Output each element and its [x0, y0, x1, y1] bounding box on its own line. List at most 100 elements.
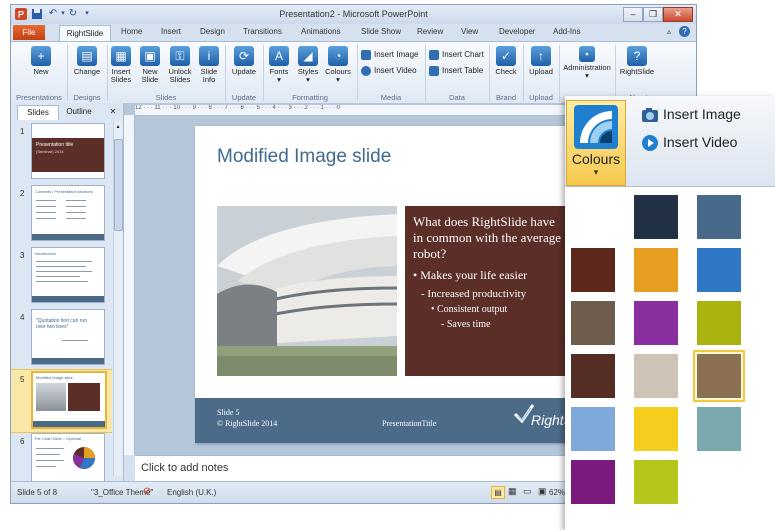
- tab-view[interactable]: View: [461, 27, 478, 36]
- slide-thumbnail-5[interactable]: Modified Image slide: [31, 371, 107, 429]
- colour-swatch[interactable]: [571, 354, 615, 398]
- colour-swatch[interactable]: [697, 195, 741, 239]
- colour-swatch[interactable]: [697, 460, 741, 504]
- building-photo: [217, 206, 397, 376]
- colour-swatch[interactable]: [571, 301, 615, 345]
- tab-insert[interactable]: Insert: [161, 27, 181, 36]
- slide-title[interactable]: Modified Image slide: [217, 146, 391, 168]
- tab-developer[interactable]: Developer: [499, 27, 535, 36]
- normal-view-icon[interactable]: ▤: [491, 486, 505, 499]
- ribbon-minimize-icon[interactable]: ▵: [667, 27, 671, 36]
- colour-swatch[interactable]: [697, 248, 741, 292]
- slide-thumbnail-3[interactable]: Introduction: [31, 247, 105, 303]
- tab-slides[interactable]: Slides: [17, 105, 59, 120]
- colour-swatch[interactable]: [571, 248, 615, 292]
- slideshow-icon[interactable]: ▣: [538, 486, 547, 497]
- tab-review[interactable]: Review: [417, 27, 443, 36]
- change-button[interactable]: ▤ Change: [69, 46, 105, 76]
- tab-transitions[interactable]: Transitions: [243, 27, 282, 36]
- colour-swatch[interactable]: [571, 407, 615, 451]
- text-box[interactable]: What does RightSlide have in common with…: [405, 206, 565, 376]
- notes-placeholder: Click to add notes: [141, 462, 229, 474]
- colours-label: Colours: [571, 151, 621, 167]
- thumb-text-block: [68, 383, 100, 411]
- thumbnail-title: Contents / Presentation sections: [35, 189, 93, 194]
- restore-button[interactable]: ❐: [643, 7, 663, 22]
- colour-swatch[interactable]: [697, 301, 741, 345]
- thumbnail-number: 1: [20, 127, 25, 136]
- colour-swatch[interactable]: [634, 195, 678, 239]
- popup-insert-image-button[interactable]: Insert Image: [641, 106, 741, 124]
- colour-swatch[interactable]: [571, 460, 615, 504]
- slide-thumbnail-4[interactable]: "Quotation text can run over two lines": [31, 309, 105, 365]
- language[interactable]: English (U.K.): [167, 488, 216, 497]
- upload-button[interactable]: ↑ Upload: [525, 46, 557, 76]
- scroll-up-icon[interactable]: ▴: [114, 123, 122, 131]
- colour-swatch[interactable]: [634, 354, 678, 398]
- fonts-button[interactable]: A Fonts ▾: [265, 46, 293, 84]
- popup-insert-video-button[interactable]: Insert Video: [641, 134, 737, 152]
- zoom-level[interactable]: 62%: [549, 488, 565, 497]
- tab-rightslide[interactable]: RightSlide: [59, 25, 111, 42]
- tab-animations[interactable]: Animations: [301, 27, 341, 36]
- rightslide-about-button[interactable]: ? RightSlide: [617, 46, 657, 76]
- group-label-update: Update: [231, 93, 257, 102]
- insert-image-small-button[interactable]: Insert Image: [361, 50, 418, 60]
- reading-view-icon[interactable]: ▭: [523, 486, 532, 497]
- colour-swatch[interactable]: [634, 301, 678, 345]
- close-panel-icon[interactable]: ✕: [107, 105, 119, 119]
- insert-chart-small-button[interactable]: Insert Chart: [429, 50, 484, 60]
- insert-video-small-button[interactable]: Insert Video: [361, 66, 417, 76]
- colours-ribbon-button[interactable]: ◔ Colours ▾: [322, 46, 354, 84]
- colour-swatch[interactable]: [634, 460, 678, 504]
- group-label-designs: Designs: [73, 93, 101, 102]
- slide-thumbnail-2[interactable]: Contents / Presentation sections: [31, 185, 105, 241]
- update-button[interactable]: ⟳ Update: [227, 46, 261, 76]
- vertical-ruler: [124, 115, 135, 455]
- tab-home[interactable]: Home: [121, 27, 142, 36]
- minimize-button[interactable]: –: [623, 7, 643, 22]
- slide-count: Slide 5 of 8: [17, 488, 58, 497]
- colours-icon: ◔: [328, 46, 348, 66]
- check-button[interactable]: ✓ Check: [491, 46, 521, 76]
- camera-icon: [642, 108, 658, 123]
- slide-sorter-icon[interactable]: ▦: [508, 486, 517, 497]
- group-label-formatting: Formatting: [292, 93, 328, 102]
- thumbnail-title: Introduction: [35, 251, 56, 256]
- tab-design[interactable]: Design: [200, 27, 225, 36]
- group-label-upload: Upload: [529, 93, 553, 102]
- colour-swatch[interactable]: [697, 354, 741, 398]
- styles-button[interactable]: ◢ Styles ▾: [294, 46, 322, 84]
- play-icon: [642, 135, 658, 152]
- panel-scrollbar[interactable]: ▴: [113, 121, 123, 476]
- colours-button[interactable]: Colours ▾: [566, 100, 626, 186]
- insert-slides-button[interactable]: ▦ Insert Slides: [107, 46, 135, 84]
- tab-file[interactable]: File: [13, 25, 45, 40]
- window-title: Presentation2 - Microsoft PowerPoint: [279, 9, 428, 19]
- new-slide-button[interactable]: ▣ New Slide: [136, 46, 164, 84]
- scroll-thumb[interactable]: [114, 139, 123, 231]
- colour-swatch[interactable]: [571, 195, 615, 239]
- insert-table-small-button[interactable]: Insert Table: [429, 66, 483, 76]
- tab-slide-show[interactable]: Slide Show: [361, 27, 401, 36]
- admin-icon: ▪: [579, 46, 595, 62]
- group-label-slides: Slides: [155, 93, 177, 102]
- colour-swatch[interactable]: [634, 248, 678, 292]
- tab-add-ins[interactable]: Add-Ins: [553, 27, 581, 36]
- administration-button[interactable]: ▪ Administration ▾: [561, 46, 613, 80]
- bullet-level-4: - Saves time: [441, 319, 491, 330]
- group-label-data: Data: [449, 93, 465, 102]
- spellcheck-icon[interactable]: ⊘: [143, 486, 151, 497]
- help-icon[interactable]: ?: [679, 26, 690, 37]
- unlock-slides-button[interactable]: ⚿ Unlock Slides: [165, 46, 195, 84]
- slide-info-button[interactable]: i Slide Info: [195, 46, 223, 84]
- close-button[interactable]: ✕: [663, 7, 693, 22]
- tab-outline[interactable]: Outline: [59, 105, 99, 119]
- slide-image[interactable]: [217, 206, 397, 376]
- slide-thumbnail-1[interactable]: Presentation title (Seminar) 2014: [31, 123, 105, 179]
- fonts-icon: A: [269, 46, 289, 66]
- new-button[interactable]: + New: [19, 46, 63, 76]
- colours-icon: [574, 105, 618, 149]
- colour-swatch[interactable]: [634, 407, 678, 451]
- colour-swatch[interactable]: [697, 407, 741, 451]
